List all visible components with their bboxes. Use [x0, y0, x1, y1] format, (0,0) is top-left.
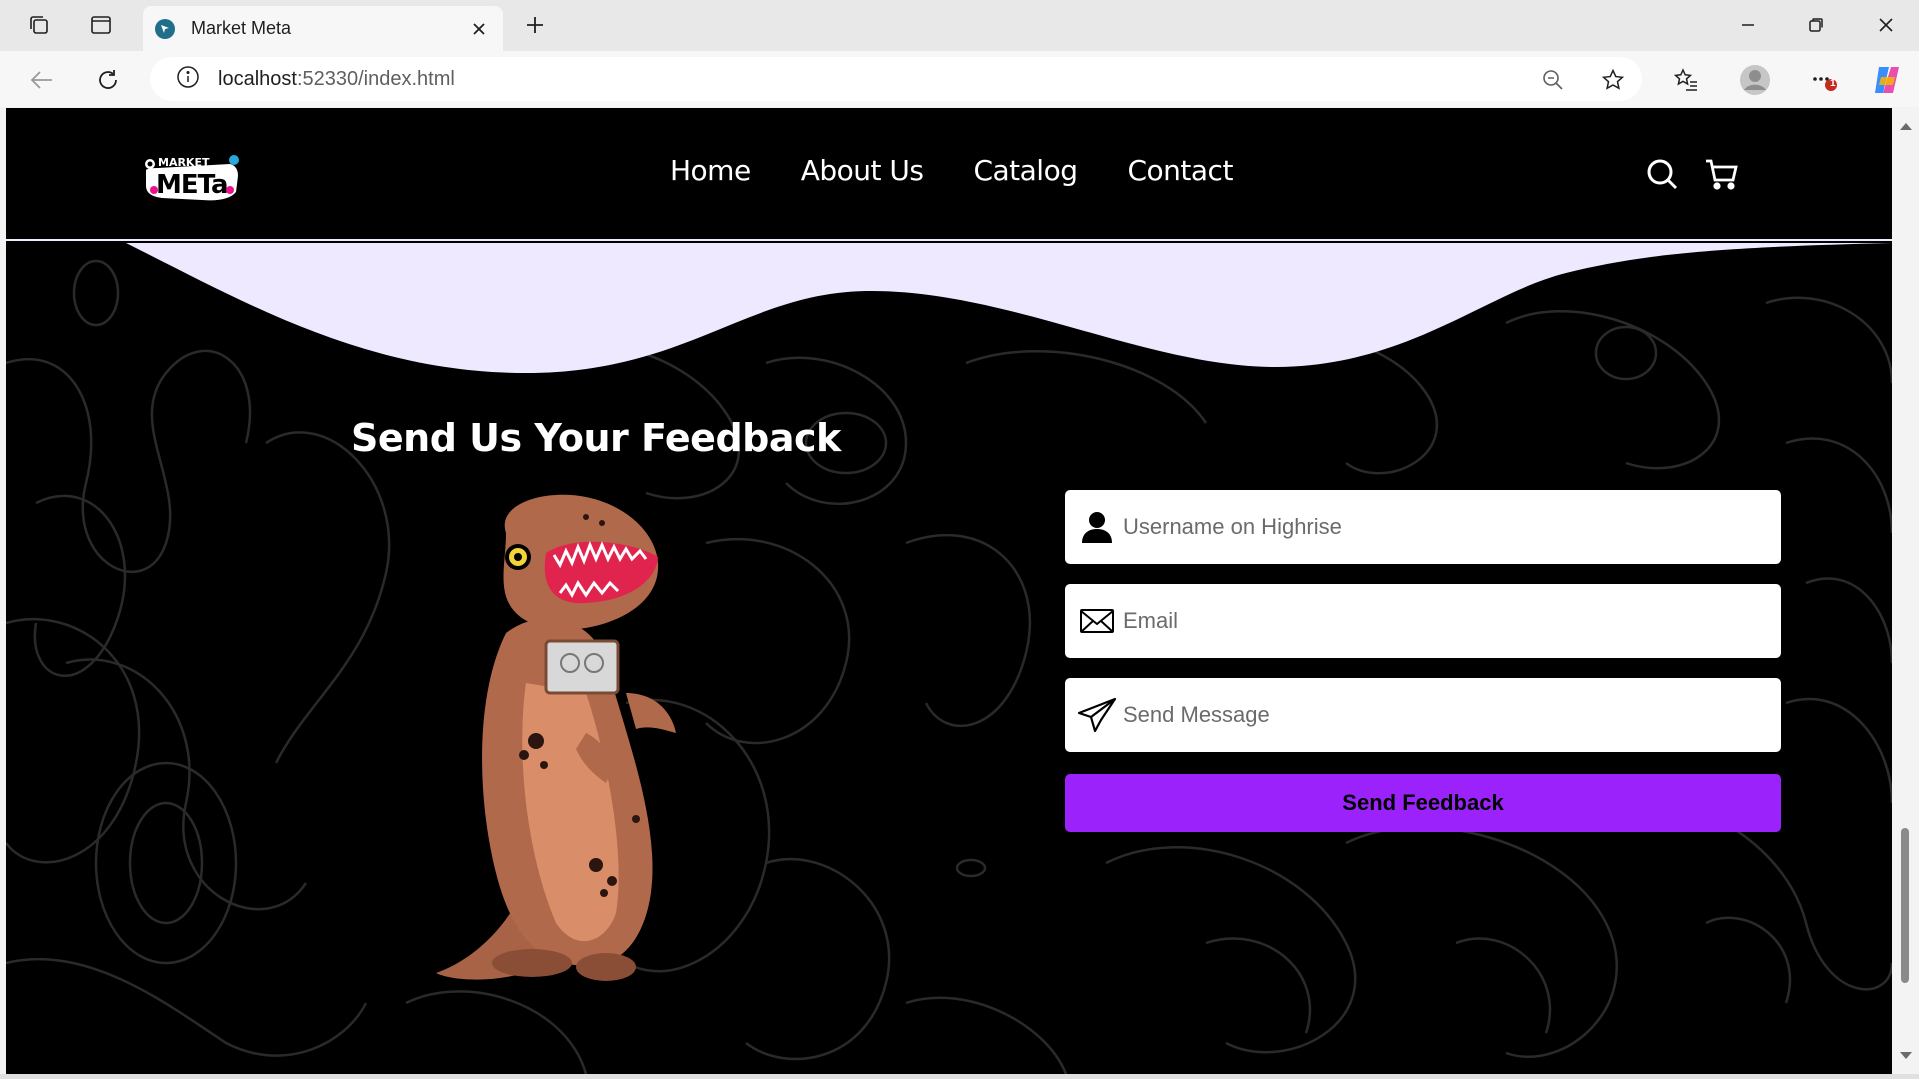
- nav-link-about-us[interactable]: About Us: [801, 154, 924, 187]
- user-icon: [1071, 501, 1123, 553]
- favorites-list-icon[interactable]: [1668, 62, 1704, 98]
- browser-tab-active[interactable]: Market Meta: [143, 6, 503, 51]
- username-input[interactable]: [1123, 497, 1781, 557]
- feedback-title: Send Us Your Feedback: [351, 416, 841, 460]
- nav-link-catalog[interactable]: Catalog: [973, 154, 1078, 187]
- nav-link-home[interactable]: Home: [670, 154, 751, 187]
- page-scrollbar[interactable]: [1893, 108, 1919, 1074]
- favorite-star-icon[interactable]: [1598, 65, 1628, 95]
- tab-actions-icon[interactable]: [84, 10, 118, 40]
- window-bottom-edge: [0, 1074, 1919, 1079]
- scroll-down-arrow-icon[interactable]: [1899, 1050, 1913, 1062]
- site-info-icon[interactable]: [176, 65, 200, 94]
- tab-close-icon[interactable]: [467, 17, 491, 41]
- restore-button[interactable]: [1792, 8, 1840, 42]
- profile-avatar-icon[interactable]: [1737, 62, 1773, 98]
- tab-title: Market Meta: [191, 18, 292, 38]
- main-nav: Home About Us Catalog Contact: [670, 154, 1233, 187]
- username-field: [1065, 490, 1781, 564]
- message-input[interactable]: [1123, 685, 1781, 745]
- site-header: MARKET METa Home About Us Catalog Contac…: [6, 108, 1892, 241]
- email-field: [1065, 584, 1781, 658]
- notification-badge: 1: [1830, 78, 1836, 89]
- browser-address-bar: localhost:52330/index.html 1: [0, 51, 1919, 107]
- new-tab-button[interactable]: [518, 10, 552, 40]
- site-favicon-icon: [155, 18, 175, 39]
- scroll-up-arrow-icon[interactable]: [1899, 120, 1913, 132]
- envelope-icon: [1071, 595, 1123, 647]
- workspaces-icon[interactable]: [22, 10, 56, 40]
- back-arrow-icon[interactable]: [24, 63, 60, 97]
- page-viewport: MARKET METa Home About Us Catalog Contac…: [6, 108, 1892, 1074]
- more-options-icon[interactable]: 1: [1806, 62, 1842, 98]
- url-bar[interactable]: localhost:52330/index.html: [150, 57, 1642, 101]
- message-field: [1065, 678, 1781, 752]
- url-text[interactable]: localhost:52330/index.html: [218, 68, 455, 91]
- market-meta-logo[interactable]: MARKET METa: [142, 146, 246, 204]
- scrollbar-thumb[interactable]: [1901, 828, 1909, 983]
- send-feedback-button[interactable]: Send Feedback: [1065, 774, 1781, 832]
- dinosaur-mascot-illustration: [436, 494, 676, 981]
- paper-plane-icon: [1071, 689, 1123, 741]
- copilot-icon[interactable]: [1868, 62, 1904, 98]
- minimize-button[interactable]: [1724, 8, 1772, 42]
- feedback-form: Send Feedback: [1065, 490, 1781, 832]
- nav-link-contact[interactable]: Contact: [1127, 154, 1233, 187]
- zoom-out-icon[interactable]: [1538, 65, 1568, 95]
- search-icon[interactable]: [1644, 156, 1680, 192]
- cart-icon[interactable]: [1704, 156, 1740, 192]
- wave-divider: [126, 243, 1892, 373]
- refresh-icon[interactable]: [90, 63, 126, 97]
- close-window-button[interactable]: [1862, 8, 1910, 42]
- svg-text:METa: METa: [156, 170, 228, 200]
- browser-tab-bar: Market Meta: [0, 0, 1919, 51]
- email-input[interactable]: [1123, 591, 1781, 651]
